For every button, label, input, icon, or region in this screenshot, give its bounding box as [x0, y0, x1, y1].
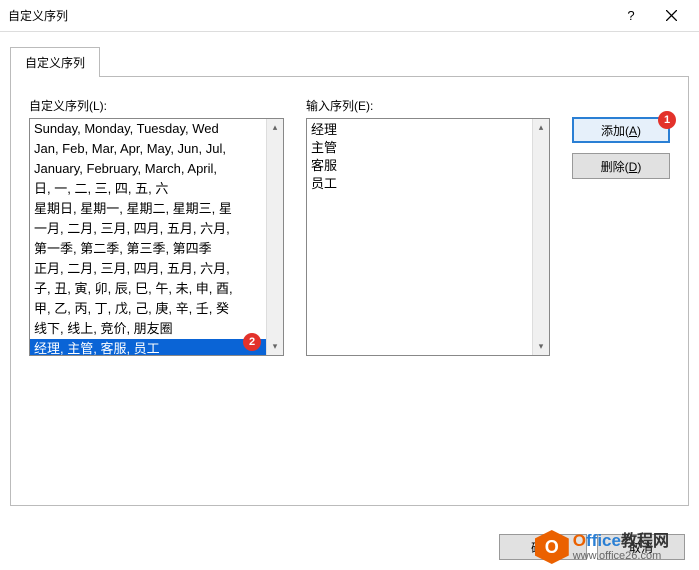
list-item[interactable]: Sunday, Monday, Tuesday, Wed	[30, 119, 266, 139]
custom-lists-listbox[interactable]: Sunday, Monday, Tuesday, WedJan, Feb, Ma…	[29, 118, 284, 356]
list-item[interactable]: January, February, March, April,	[30, 159, 266, 179]
add-button-label: 添加(A)	[601, 122, 641, 139]
list-item[interactable]: 子, 丑, 寅, 卯, 辰, 巳, 午, 未, 申, 酉,	[30, 279, 266, 299]
list-item[interactable]: 甲, 乙, 丙, 丁, 戊, 己, 庚, 辛, 壬, 癸	[30, 299, 266, 319]
tab-custom-lists[interactable]: 自定义序列	[10, 47, 100, 77]
add-button[interactable]: 添加(A) 1	[572, 117, 670, 143]
badge-one: 1	[658, 111, 676, 129]
delete-button[interactable]: 删除(D)	[572, 153, 670, 179]
help-button[interactable]: ?	[611, 2, 651, 30]
close-button[interactable]	[651, 2, 691, 30]
scroll-up-icon[interactable]: ▴	[267, 119, 283, 136]
close-icon	[666, 10, 677, 21]
tab-body: 自定义序列(L): Sunday, Monday, Tuesday, WedJa…	[10, 76, 689, 506]
list-item[interactable]: 正月, 二月, 三月, 四月, 五月, 六月,	[30, 259, 266, 279]
watermark-brand: Office教程网	[573, 532, 669, 551]
delete-button-label: 删除(D)	[601, 158, 642, 175]
watermark: O Office教程网 www.office26.com	[535, 530, 669, 564]
custom-lists-label: 自定义序列(L):	[29, 97, 284, 114]
list-item[interactable]: 线下, 线上, 竞价, 朋友圈	[30, 319, 266, 339]
list-item[interactable]: Jan, Feb, Mar, Apr, May, Jun, Jul,	[30, 139, 266, 159]
list-item[interactable]: 经理, 主管, 客服, 员工	[30, 339, 266, 355]
list-item[interactable]: 第一季, 第二季, 第三季, 第四季	[30, 239, 266, 259]
dialog-content: 自定义序列 自定义序列(L): Sunday, Monday, Tuesday,…	[0, 32, 699, 516]
list-item[interactable]: 日, 一, 二, 三, 四, 五, 六	[30, 179, 266, 199]
help-icon: ?	[627, 8, 634, 23]
titlebar: 自定义序列 ?	[0, 0, 699, 32]
scroll-down-icon[interactable]: ▾	[267, 338, 283, 355]
scroll-down-icon[interactable]: ▾	[533, 338, 549, 355]
entries-textarea[interactable]: 经理 主管 客服 员工 ▴ ▾	[306, 118, 550, 356]
watermark-logo-icon: O	[535, 530, 569, 564]
badge-two: 2	[243, 333, 261, 351]
scroll-up-icon[interactable]: ▴	[533, 119, 549, 136]
list-item[interactable]: 星期日, 星期一, 星期二, 星期三, 星	[30, 199, 266, 219]
list-item[interactable]: 一月, 二月, 三月, 四月, 五月, 六月,	[30, 219, 266, 239]
tab-strip: 自定义序列	[10, 46, 689, 76]
window-title: 自定义序列	[8, 7, 611, 24]
watermark-url: www.office26.com	[573, 550, 669, 562]
tab-label: 自定义序列	[25, 56, 85, 70]
entries-scrollbar[interactable]: ▴ ▾	[532, 119, 549, 355]
listbox-scrollbar[interactable]: ▴ ▾	[266, 119, 283, 355]
entries-label: 输入序列(E):	[306, 97, 550, 114]
